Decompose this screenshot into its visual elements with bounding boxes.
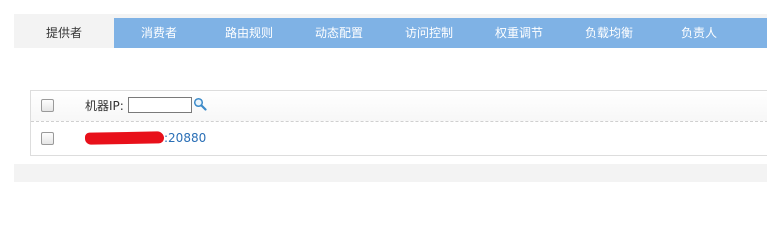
tab-access-control[interactable]: 访问控制 (384, 18, 474, 48)
tab-providers[interactable]: 提供者 (14, 18, 114, 48)
tab-content: 机器IP: :20880 (14, 48, 767, 164)
tab-routing-rules[interactable]: 路由规则 (204, 18, 294, 48)
tab-weight-adjust[interactable]: 权重调节 (474, 18, 564, 48)
ip-filter-input[interactable] (128, 97, 192, 113)
main-panel: 提供者 消费者 路由规则 动态配置 访问控制 权重调节 负载均衡 负责人 机器I… (14, 14, 767, 182)
ip-filter-label: 机器IP: (85, 99, 124, 113)
tab-dynamic-config[interactable]: 动态配置 (294, 18, 384, 48)
provider-address-link[interactable]: :20880 (164, 122, 206, 154)
tab-load-balance[interactable]: 负载均衡 (564, 18, 654, 48)
table-header: 机器IP: (31, 91, 767, 122)
row-checkbox[interactable] (41, 132, 54, 145)
provider-table: 机器IP: :20880 (30, 90, 767, 156)
select-all-checkbox[interactable] (41, 99, 54, 112)
tab-bar: 提供者 消费者 路由规则 动态配置 访问控制 权重调节 负载均衡 负责人 (14, 18, 767, 48)
redaction-mark (84, 131, 165, 145)
tab-owners[interactable]: 负责人 (654, 18, 744, 48)
search-icon[interactable] (193, 97, 207, 111)
table-row: :20880 (31, 122, 767, 154)
tab-consumers[interactable]: 消费者 (114, 18, 204, 48)
